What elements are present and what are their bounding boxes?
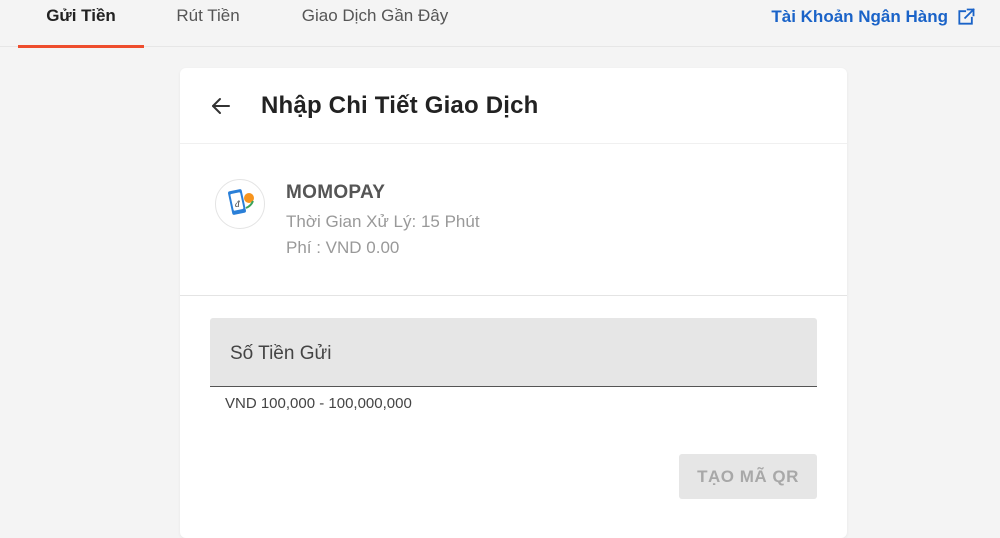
external-link-icon: [958, 8, 975, 25]
tab-deposit[interactable]: Gửi Tiền: [18, 0, 144, 48]
card-header: Nhập Chi Tiết Giao Dịch: [180, 68, 847, 144]
momopay-logo-icon: đ: [215, 179, 265, 229]
amount-field[interactable]: [210, 318, 817, 387]
back-button[interactable]: [207, 92, 235, 120]
bank-account-link[interactable]: Tài Khoản Ngân Hàng: [771, 5, 976, 29]
top-nav: Gửi Tiền Rút Tiền Giao Dịch Gần Đây Tài …: [0, 0, 1000, 48]
processing-time: Thời Gian Xử Lý: 15 Phút: [286, 212, 480, 231]
generate-qr-button[interactable]: TẠO MÃ QR: [679, 454, 817, 499]
svg-text:đ: đ: [235, 199, 240, 209]
tab-recent-transactions[interactable]: Giao Dịch Gần Đây: [284, 0, 466, 47]
amount-range-hint: VND 100,000 - 100,000,000: [225, 395, 412, 412]
arrow-left-icon: [212, 97, 230, 114]
method-name: MOMOPAY: [286, 182, 386, 203]
payment-method-info: [180, 144, 847, 296]
bank-account-link-label: Tài Khoản Ngân Hàng: [771, 7, 948, 26]
fee: Phí : VND 0.00: [286, 238, 400, 257]
amount-input[interactable]: [210, 318, 817, 386]
tab-withdraw[interactable]: Rút Tiền: [160, 0, 256, 47]
transaction-details-card: Nhập Chi Tiết Giao Dịch đ MOMOPAY Thời G…: [180, 68, 847, 538]
page-title: Nhập Chi Tiết Giao Dịch: [261, 91, 539, 119]
